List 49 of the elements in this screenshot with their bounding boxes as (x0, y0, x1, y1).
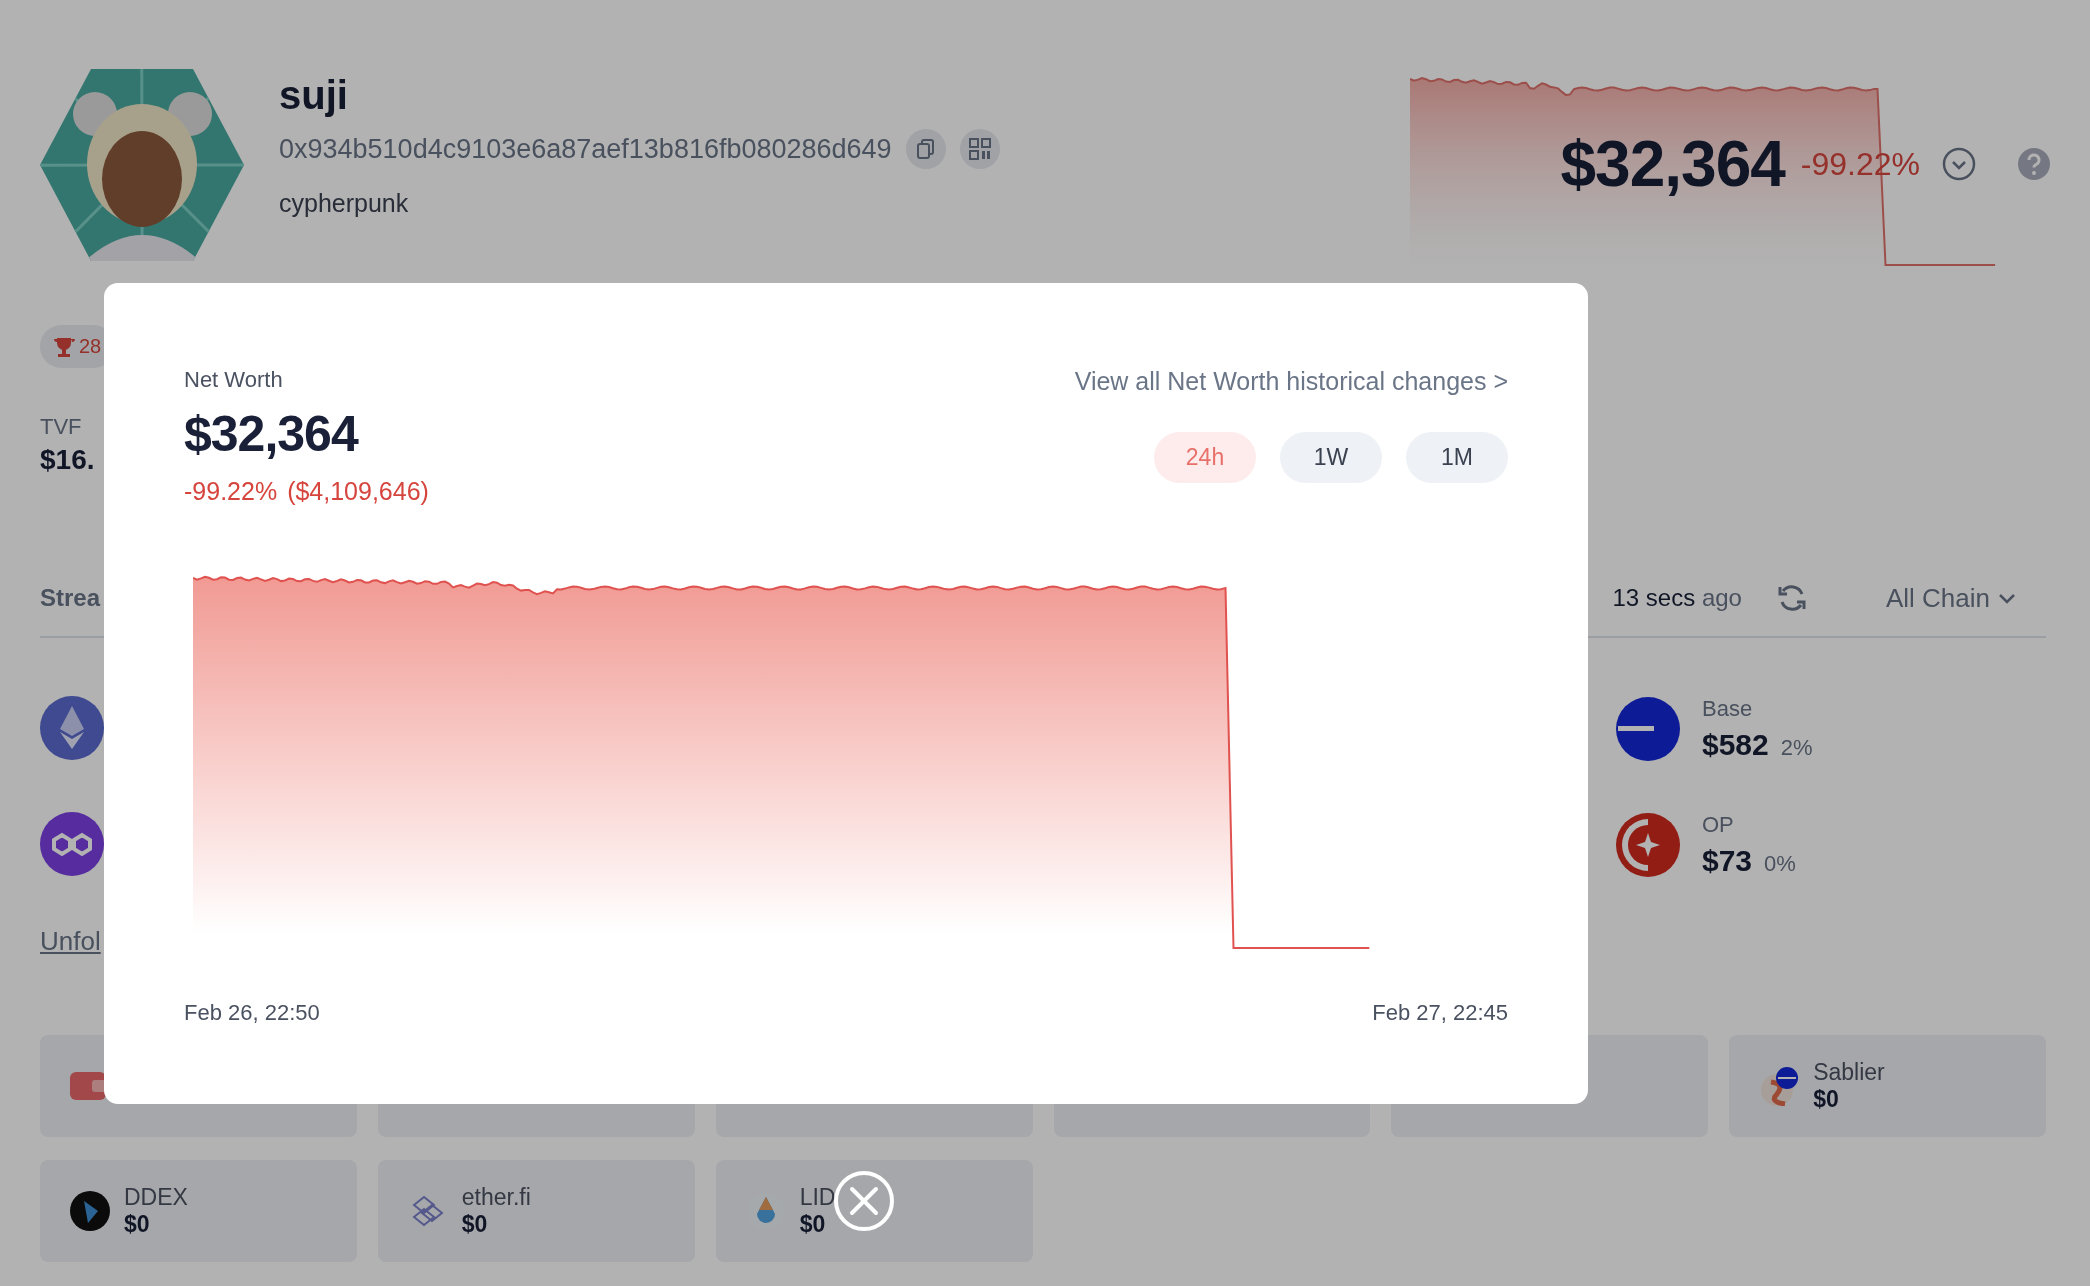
refresh-icon[interactable] (1777, 584, 1806, 612)
protocol-logo-icon (70, 1191, 110, 1231)
help-icon[interactable] (2018, 148, 2050, 180)
chain-name: Base (1702, 696, 1754, 722)
qr-code-icon (968, 138, 991, 160)
chain-filter-dropdown[interactable]: All Chain (1885, 582, 2016, 614)
protocol-value: $0 (461, 1211, 489, 1238)
protocol-value: $0 (1813, 1086, 1840, 1113)
range-tab[interactable]: 1W (1280, 432, 1382, 483)
updated-time: 13 secs ago (1612, 584, 1742, 612)
net-worth-value: $32,364 (184, 405, 360, 463)
tvf-value: $16. (40, 444, 95, 476)
chain-share: 2% (1780, 735, 1813, 760)
protocol-name: Sablier (1813, 1059, 1885, 1086)
qr-code-button[interactable] (959, 129, 1000, 169)
unfold-link[interactable]: Unfol (40, 926, 101, 957)
chain-logo-icon (1616, 697, 1680, 761)
copy-button[interactable] (905, 129, 946, 169)
sablier-logo-icon (1759, 1066, 1800, 1106)
net-worth-value: $32,364 (1560, 127, 1785, 201)
protocol-name: ether.fi (461, 1184, 531, 1211)
badge-count: 28 (79, 335, 102, 358)
chevron-down-icon (1998, 591, 2016, 605)
start-date-label: Feb 26, 22:50 (184, 1000, 320, 1026)
protocol-name: LID (799, 1184, 836, 1211)
modal-title: Net Worth (184, 367, 284, 393)
chain-value: $73 (1702, 844, 1753, 877)
chain-share: 0% (1764, 851, 1796, 876)
tvf-label: TVF (40, 414, 82, 440)
wallet-address: 0x934b510d4c9103e6a87aef13b816fb080286d649 (279, 133, 892, 165)
range-tab[interactable]: 1M (1406, 432, 1508, 483)
profile-tag: cypherpunk (279, 189, 1000, 218)
history-link[interactable]: View all Net Worth historical changes > (1074, 367, 1508, 396)
net-worth-change-amount: ($4,109,646) (287, 477, 429, 506)
chain-logo-icon (1616, 813, 1680, 877)
chain-name: OP (1702, 812, 1735, 838)
section-title: Strea (40, 584, 101, 612)
end-date-label: Feb 27, 22:45 (1372, 1000, 1508, 1026)
copy-icon (915, 138, 936, 160)
chain-value: $582 (1702, 728, 1769, 761)
protocol-name: DDEX (124, 1184, 188, 1211)
net-worth-change: -99.22% (184, 477, 278, 506)
trophy-icon (52, 335, 76, 358)
chevron-down-icon[interactable] (1942, 147, 1976, 181)
range-tab[interactable]: 24h (1154, 432, 1256, 483)
protocol-value: $0 (124, 1211, 151, 1238)
ethereum-logo-icon (40, 696, 104, 760)
protocol-value: $0 (799, 1211, 827, 1238)
profile-name: suji (279, 72, 349, 119)
